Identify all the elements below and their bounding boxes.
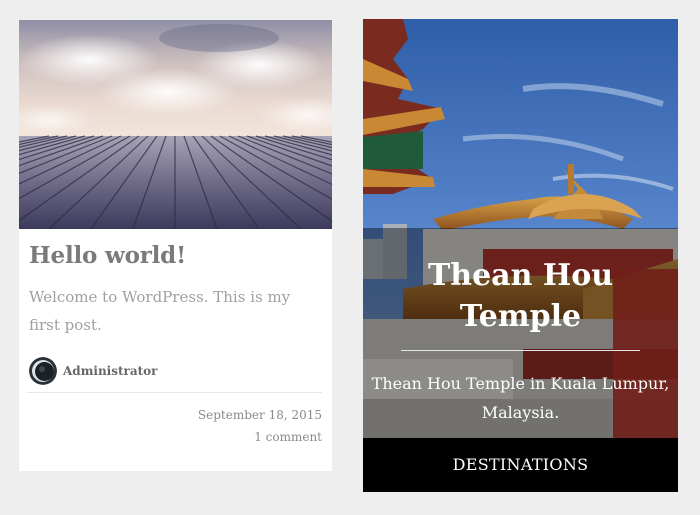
avatar-icon bbox=[29, 357, 57, 385]
post-date[interactable]: September 18, 2015 bbox=[198, 408, 322, 422]
post-excerpt: Welcome to WordPress. This is my first p… bbox=[29, 288, 291, 334]
author-name[interactable]: Administrator bbox=[63, 364, 158, 378]
category-link-destinations[interactable]: DESTINATIONS bbox=[363, 438, 678, 492]
feature-description: Thean Hou Temple in Kuala Lumpur, Malays… bbox=[371, 374, 670, 422]
featured-card[interactable]: Thean Hou Temple Thean Hou Temple in Kua… bbox=[363, 19, 678, 492]
feature-separator bbox=[401, 350, 640, 351]
avatar[interactable] bbox=[29, 357, 57, 385]
feature-title[interactable]: Thean Hou Temple bbox=[363, 255, 678, 337]
post-thumbnail[interactable] bbox=[19, 20, 332, 229]
sky-boardwalk-image bbox=[19, 20, 332, 229]
post-comments-link[interactable]: 1 comment bbox=[254, 430, 322, 444]
post-divider bbox=[27, 392, 322, 393]
post-author: Administrator bbox=[29, 356, 158, 386]
post-title[interactable]: Hello world! bbox=[29, 242, 186, 269]
post-card: Hello world! Welcome to WordPress. This … bbox=[19, 20, 332, 471]
